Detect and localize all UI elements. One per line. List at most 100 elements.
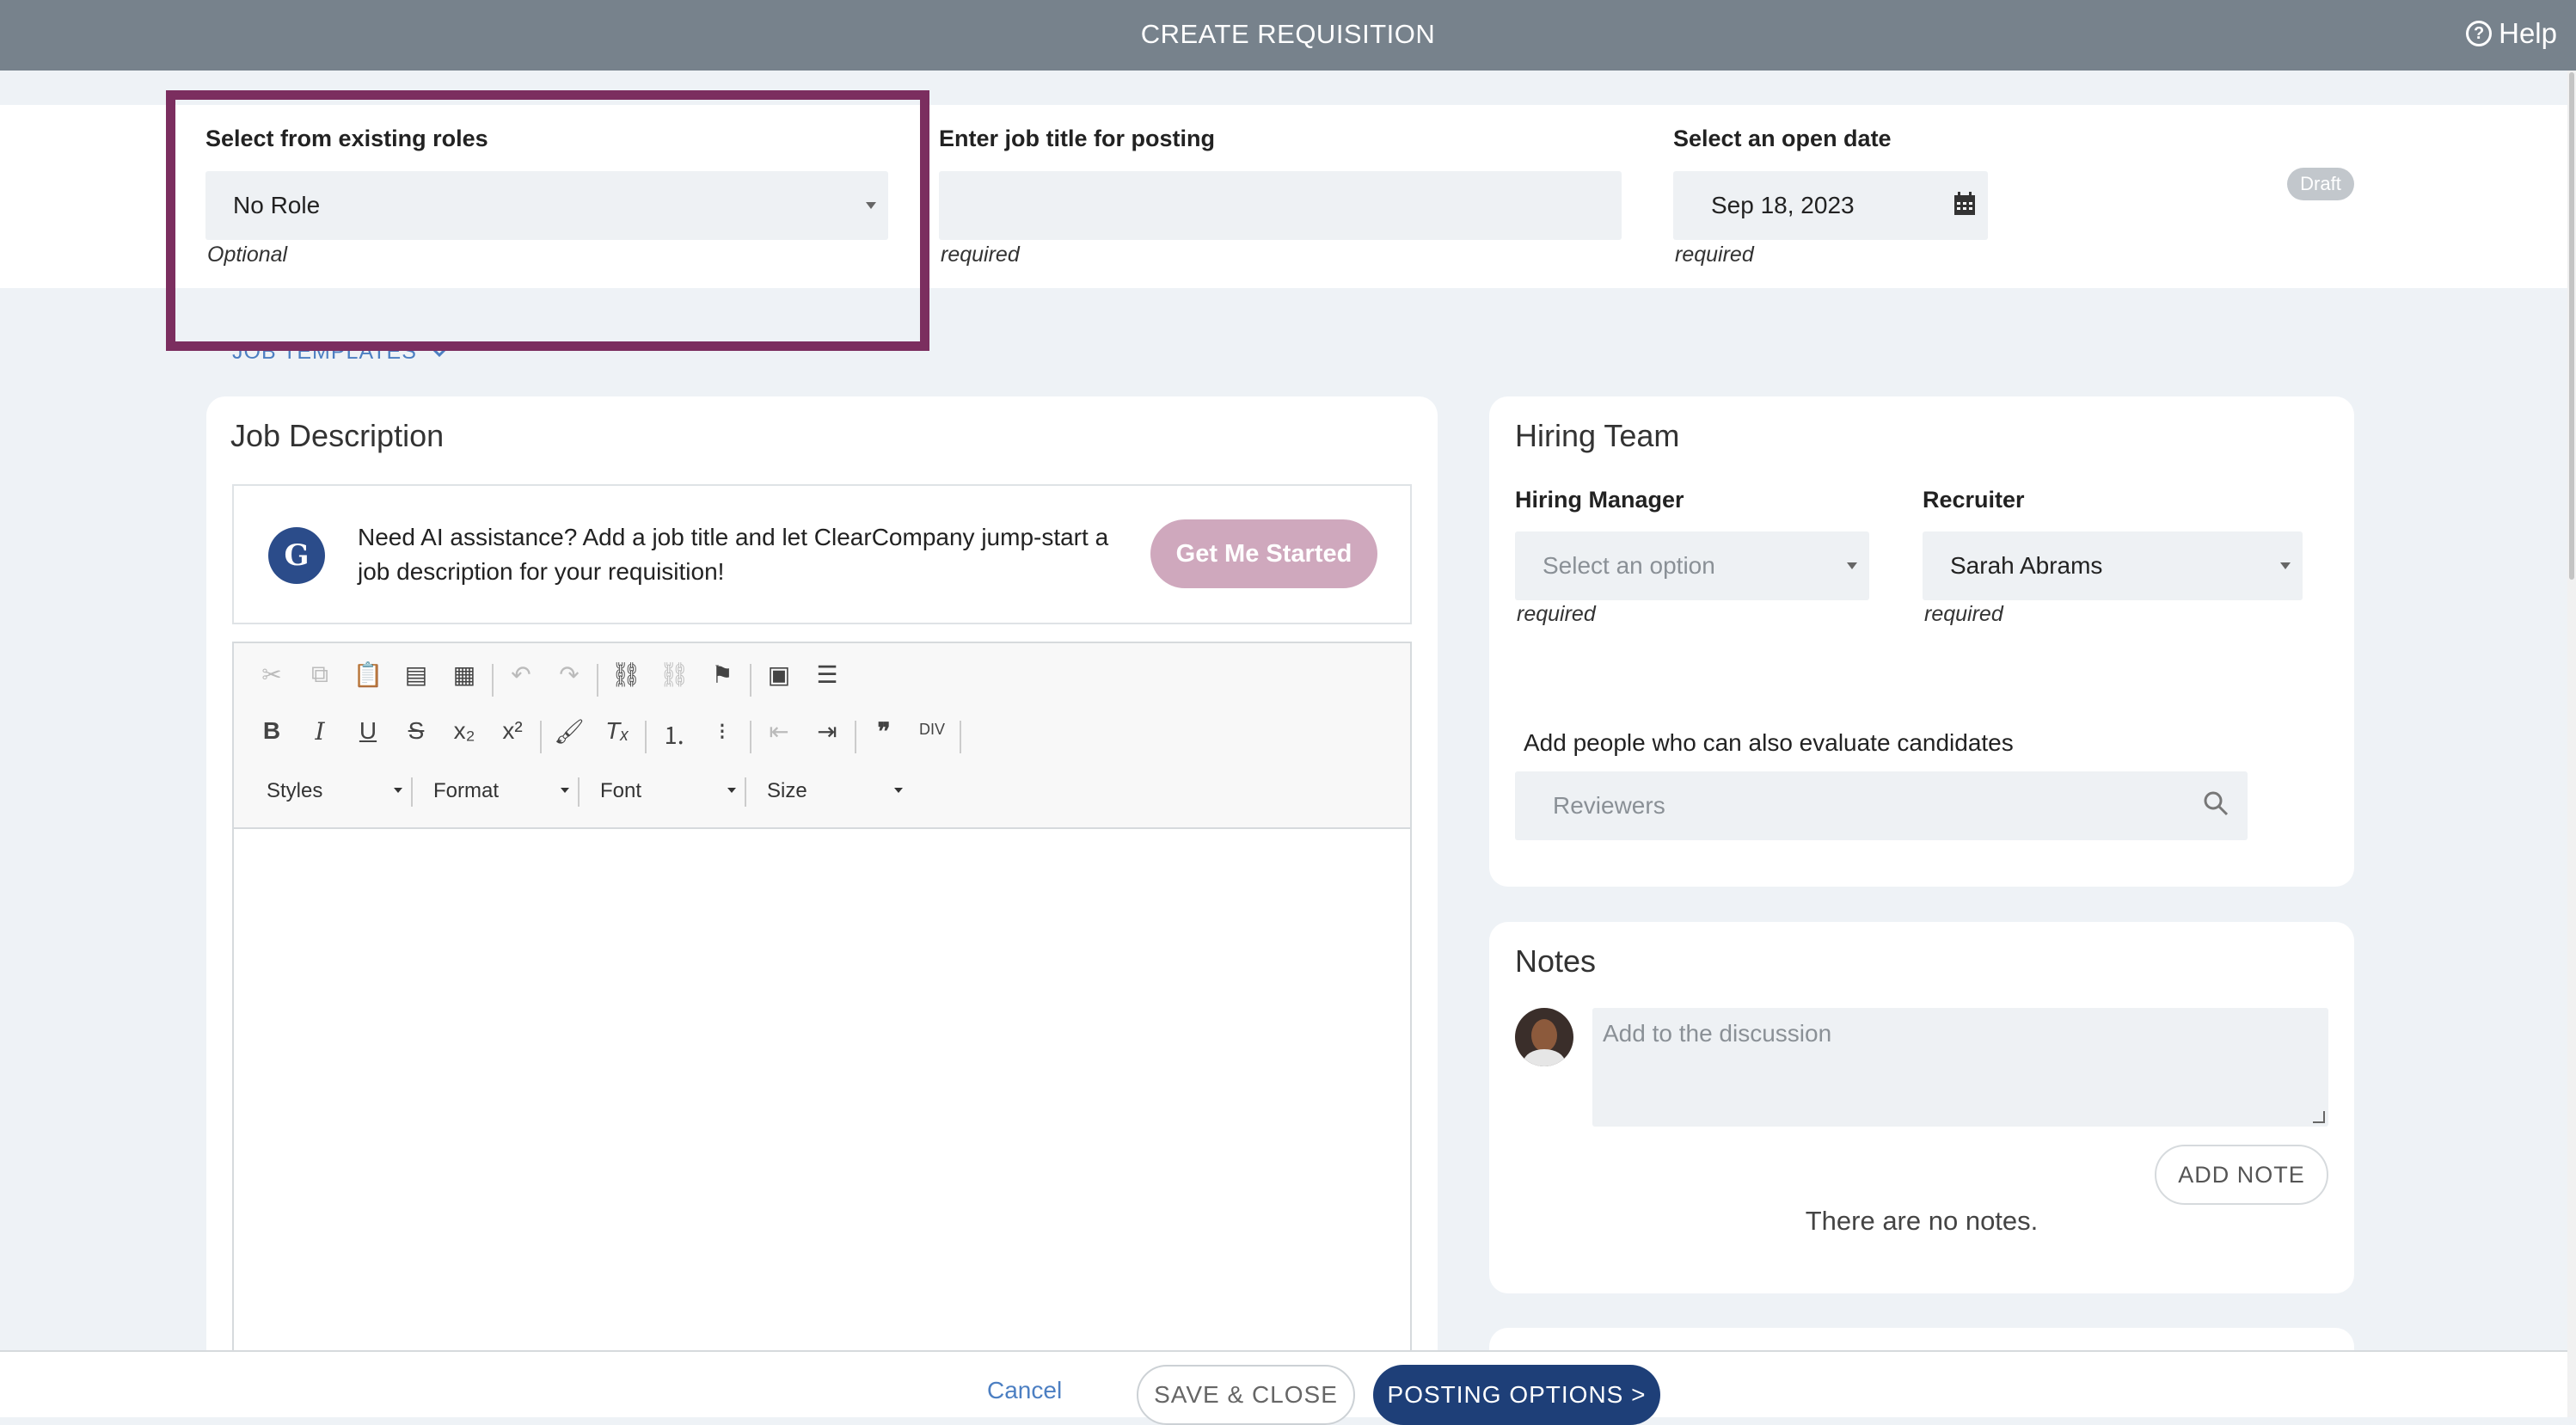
chevron-down-icon (2280, 562, 2291, 569)
ai-assistance-text: Need AI assistance? Add a job title and … (358, 524, 1109, 585)
add-note-button[interactable]: ADD NOTE (2155, 1145, 2328, 1205)
numbered-list-icon[interactable]: ⒈ (657, 717, 691, 752)
open-date-label: Select an open date (1673, 126, 1892, 151)
hiring-manager-select[interactable]: Select an option (1515, 531, 1869, 600)
recruiter-label: Recruiter (1923, 487, 2025, 513)
get-me-started-button[interactable]: Get Me Started (1150, 519, 1377, 588)
strikethrough-icon[interactable]: S (399, 717, 433, 745)
job-title-input[interactable] (939, 171, 1622, 240)
toolbar-separator (492, 664, 494, 697)
anchor-icon[interactable]: ⚑ (705, 660, 739, 689)
chevron-down-icon (1847, 562, 1857, 569)
note-textarea[interactable]: Add to the discussion (1592, 1008, 2328, 1127)
scrollbar-thumb[interactable] (2569, 72, 2574, 580)
clearcompany-logo-icon: G (268, 527, 325, 584)
avatar (1515, 1008, 1573, 1066)
notes-title: Notes (1515, 943, 1597, 979)
bulleted-list-icon[interactable]: ⁝ (705, 717, 739, 746)
italic-icon[interactable]: I (303, 717, 337, 746)
toolbar-separator (645, 721, 647, 753)
no-notes-text: There are no notes. (1805, 1206, 2039, 1236)
resize-handle-icon[interactable] (2313, 1111, 2325, 1123)
title-bar: CREATE REQUISITION ? Help (0, 0, 2576, 71)
job-title-label: Enter job title for posting (939, 126, 1215, 151)
chevron-down-icon (394, 788, 402, 793)
size-combo[interactable]: Size (767, 779, 905, 803)
roles-select[interactable]: No Role (205, 171, 888, 240)
redo-icon[interactable]: ↷ (552, 660, 586, 689)
open-date-hint: required (1675, 243, 1754, 267)
styles-combo[interactable]: Styles (267, 779, 404, 803)
styles-combo-label: Styles (267, 779, 323, 802)
chevron-down-icon (432, 347, 446, 357)
font-combo[interactable]: Font (600, 779, 738, 803)
blockquote-icon[interactable]: ❞ (867, 717, 901, 746)
job-title-hint: required (941, 243, 1020, 267)
rich-text-editor: ✂ ⧉ 📋 ▤ ▦ ↶ ↷ ⛓ ⛓ ⚑ ▣ ☰ B I U S x₂ x² 🖌 … (232, 642, 1412, 1355)
toolbar-separator (855, 721, 856, 753)
font-combo-label: Font (600, 779, 642, 802)
underline-icon[interactable]: U (351, 717, 385, 745)
recruiter-hint: required (1924, 602, 2003, 626)
job-description-title: Job Description (230, 418, 445, 453)
create-div-icon[interactable]: DIV (915, 721, 949, 739)
toolbar-separator (750, 664, 751, 697)
size-combo-label: Size (767, 779, 807, 802)
posting-options-button[interactable]: POSTING OPTIONS > (1373, 1365, 1660, 1425)
paste-icon[interactable]: 📋 (351, 660, 385, 689)
paste-text-icon[interactable]: ▤ (399, 660, 433, 689)
avatar-body (1524, 1049, 1565, 1066)
editor-toolbar: ✂ ⧉ 📋 ▤ ▦ ↶ ↷ ⛓ ⛓ ⚑ ▣ ☰ B I U S x₂ x² 🖌 … (234, 643, 1410, 829)
paste-word-icon[interactable]: ▦ (447, 660, 481, 689)
toolbar-separator (745, 777, 746, 807)
open-date-input[interactable]: Sep 18, 2023 (1673, 171, 1988, 240)
search-icon (2204, 791, 2229, 816)
remove-format-icon[interactable]: Tₓ (600, 717, 635, 745)
subscript-icon[interactable]: x₂ (447, 717, 481, 745)
superscript-icon[interactable]: x² (495, 717, 530, 745)
save-close-button[interactable]: SAVE & CLOSE (1137, 1365, 1355, 1425)
toolbar-separator (750, 721, 751, 753)
status-badge: Draft (2287, 168, 2354, 200)
recruiter-value: Sarah Abrams (1950, 552, 2103, 579)
copy-format-icon[interactable]: 🖌 (552, 717, 586, 746)
recruiter-select[interactable]: Sarah Abrams (1923, 531, 2303, 600)
help-icon: ? (2466, 21, 2493, 46)
job-templates-toggle[interactable]: JOB TEMPLATES (232, 340, 446, 365)
toolbar-separator (411, 777, 413, 807)
chevron-down-icon (894, 788, 903, 793)
chevron-down-icon (561, 788, 569, 793)
calendar-icon[interactable] (1953, 192, 1976, 216)
bold-icon[interactable]: B (255, 717, 289, 745)
chevron-down-icon (866, 202, 876, 209)
note-placeholder: Add to the discussion (1603, 1020, 1832, 1047)
decrease-indent-icon[interactable]: ⇤ (762, 717, 796, 746)
chevron-down-icon (727, 788, 736, 793)
roles-label: Select from existing roles (205, 126, 488, 151)
job-templates-label: JOB TEMPLATES (232, 340, 417, 364)
hiring-manager-hint: required (1517, 602, 1596, 626)
ai-assistance-box: G Need AI assistance? Add a job title an… (232, 484, 1412, 624)
unlink-icon[interactable]: ⛓ (657, 660, 691, 689)
increase-indent-icon[interactable]: ⇥ (810, 717, 844, 746)
copy-icon[interactable]: ⧉ (303, 660, 337, 689)
open-date-value: Sep 18, 2023 (1711, 192, 1855, 218)
image-icon[interactable]: ▣ (762, 660, 796, 689)
hiring-manager-label: Hiring Manager (1515, 487, 1684, 513)
reviewers-search-input[interactable]: Reviewers (1515, 771, 2248, 840)
toolbar-separator (540, 721, 542, 753)
page-title: CREATE REQUISITION (1140, 19, 1436, 49)
format-combo[interactable]: Format (433, 779, 571, 803)
reviewers-label: Add people who can also evaluate candida… (1524, 729, 2014, 756)
editor-content-area[interactable] (234, 831, 1410, 1354)
cut-icon[interactable]: ✂ (255, 660, 289, 689)
undo-icon[interactable]: ↶ (504, 660, 538, 689)
cancel-link[interactable]: Cancel (987, 1377, 1062, 1404)
roles-value: No Role (233, 192, 321, 218)
toolbar-separator (960, 721, 961, 753)
link-icon[interactable]: ⛓ (609, 660, 643, 689)
help-button[interactable]: ? Help (2466, 17, 2557, 50)
help-label: Help (2499, 17, 2557, 49)
horizontal-line-icon[interactable]: ☰ (810, 660, 844, 689)
hiring-manager-placeholder: Select an option (1543, 552, 1715, 579)
